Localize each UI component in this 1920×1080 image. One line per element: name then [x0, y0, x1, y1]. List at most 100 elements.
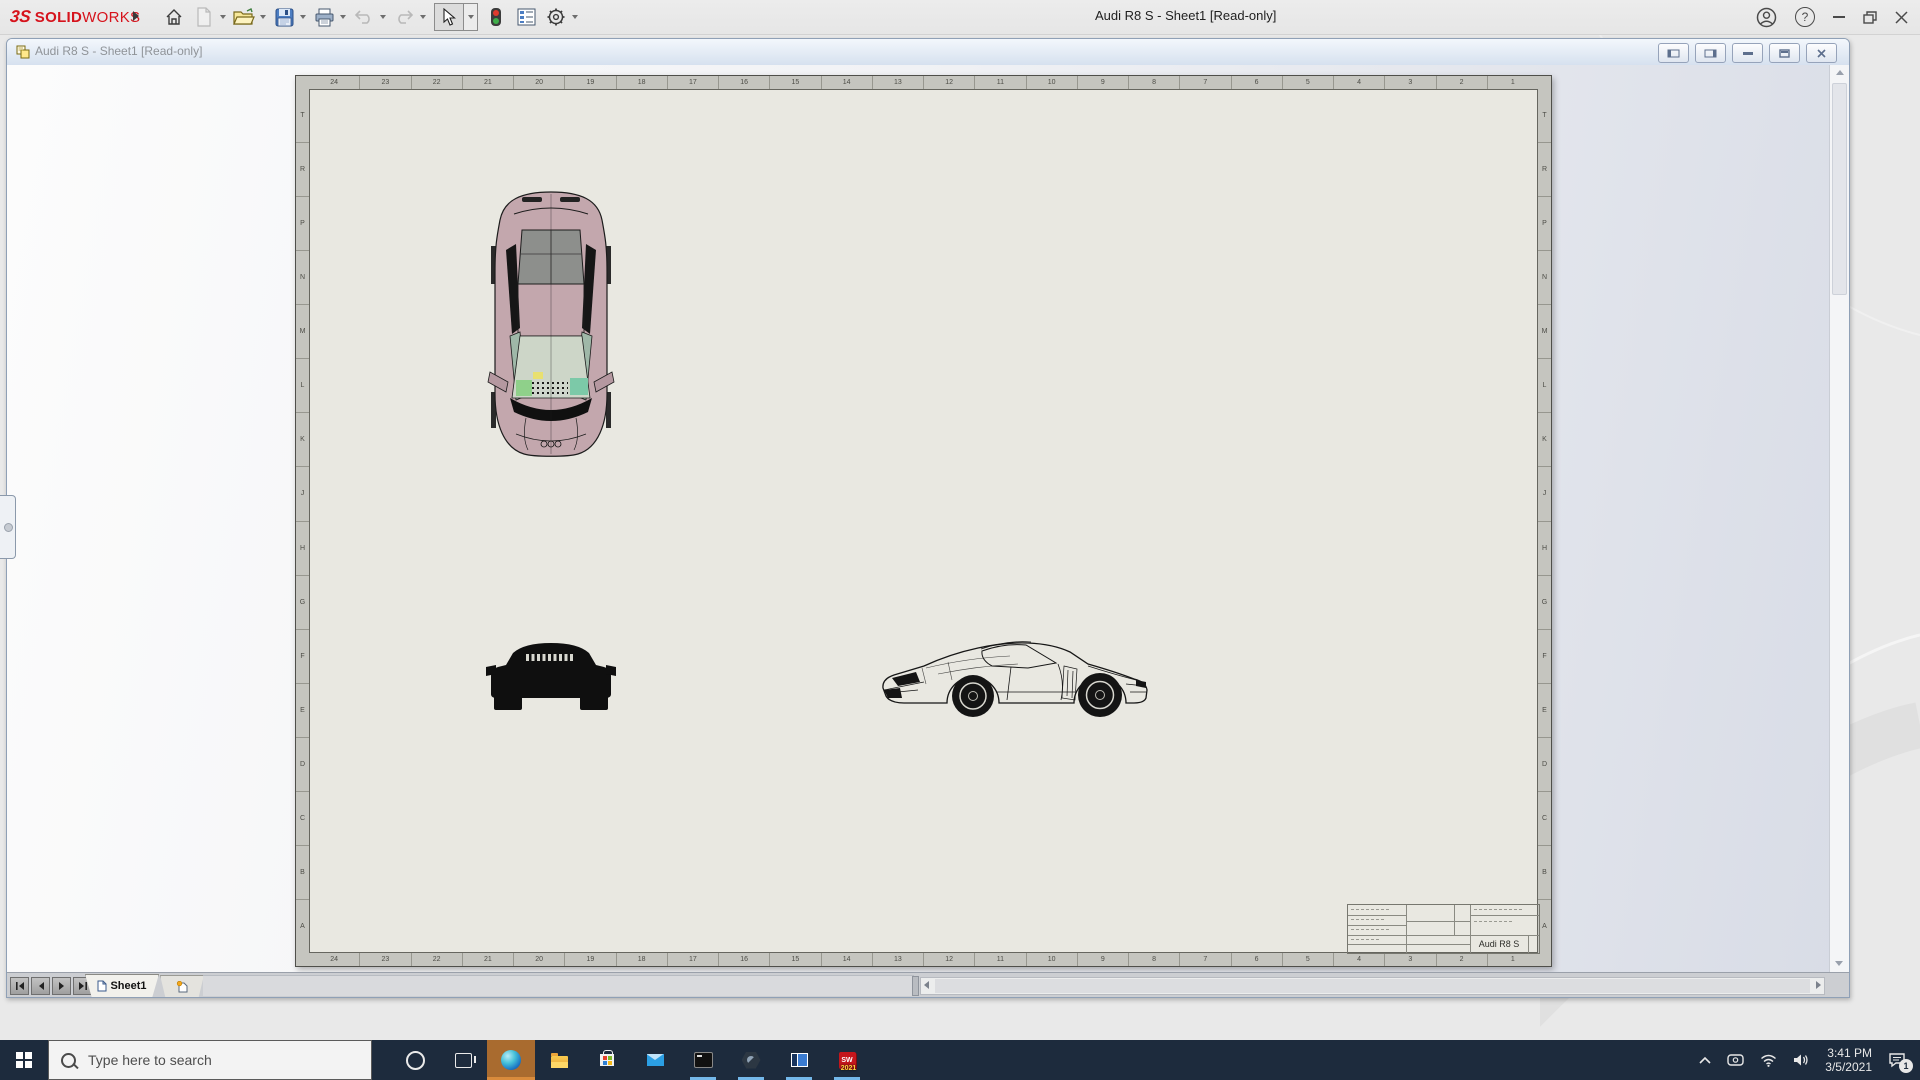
zone-label: 1: [1486, 953, 1538, 966]
redo-button[interactable]: [392, 5, 416, 29]
brand-text-works: WORKS: [82, 8, 141, 26]
select-tool-button[interactable]: [434, 3, 464, 31]
taskbar-app-edge[interactable]: [487, 1040, 535, 1080]
horizontal-scroll-thumb[interactable]: [935, 979, 1810, 993]
taskbar-app-solidworks[interactable]: SW 2021: [823, 1040, 871, 1080]
scroll-left-arrow-icon[interactable]: [924, 981, 929, 989]
wifi-icon[interactable]: [1760, 1054, 1777, 1067]
zone-label: 23: [359, 953, 410, 966]
taskbar-app-store[interactable]: [583, 1040, 631, 1080]
sheet-tab-label: Sheet1: [110, 980, 147, 992]
restore-button[interactable]: [1863, 10, 1877, 24]
account-icon[interactable]: [1756, 7, 1777, 28]
taskbar-clock[interactable]: 3:41 PM 3/5/2021: [1825, 1046, 1872, 1074]
zone-label: 7: [1179, 76, 1230, 89]
zone-label: 19: [564, 76, 615, 89]
zone-label: 8: [1128, 76, 1179, 89]
close-button[interactable]: [1895, 10, 1908, 24]
scroll-right-arrow-icon[interactable]: [1816, 981, 1821, 989]
add-sheet-button[interactable]: [160, 975, 204, 997]
select-tool-caret[interactable]: [464, 3, 478, 31]
taskbar-app-file-explorer[interactable]: [535, 1040, 583, 1080]
volume-icon[interactable]: [1793, 1053, 1809, 1067]
document-minimize-button[interactable]: [1732, 43, 1763, 63]
pane-right-toggle-button[interactable]: [1695, 43, 1726, 63]
car-top-view[interactable]: [486, 186, 616, 462]
taskbar-search-box[interactable]: [48, 1040, 372, 1080]
pane-left-toggle-button[interactable]: [1658, 43, 1689, 63]
vertical-scroll-thumb[interactable]: [1832, 83, 1847, 295]
taskbar-app-3d-viewer[interactable]: [727, 1040, 775, 1080]
undo-caret-icon[interactable]: [380, 15, 386, 19]
sheet-tab-sheet1[interactable]: Sheet1: [85, 974, 159, 997]
zone-label: 8: [1128, 953, 1179, 966]
next-sheet-button[interactable]: [52, 977, 71, 995]
zone-label: H: [1538, 520, 1551, 575]
new-document-button[interactable]: [192, 5, 216, 29]
file-properties-button[interactable]: [514, 5, 538, 29]
document-close-button[interactable]: [1806, 43, 1837, 63]
zone-label: 18: [615, 76, 667, 89]
zone-label: A: [296, 898, 309, 953]
dassault-3ds-logo-icon: 3S: [9, 7, 32, 26]
zone-label: 11: [974, 76, 1025, 89]
scroll-down-arrow-icon[interactable]: [1835, 961, 1843, 966]
new-document-caret-icon[interactable]: [220, 15, 226, 19]
drawing-document-icon: [16, 45, 30, 59]
rebuild-button[interactable]: [484, 5, 508, 29]
help-icon[interactable]: ?: [1795, 7, 1815, 27]
home-button[interactable]: [162, 5, 186, 29]
scroll-up-arrow-icon[interactable]: [1835, 70, 1844, 75]
zone-label: 24: [330, 956, 339, 963]
undo-button[interactable]: [352, 5, 376, 29]
zone-label: 18: [615, 953, 667, 966]
first-sheet-button[interactable]: [10, 977, 29, 995]
zone-label: R: [1538, 142, 1551, 196]
save-caret-icon[interactable]: [300, 15, 306, 19]
task-view-button[interactable]: [439, 1040, 487, 1080]
search-input[interactable]: [86, 1051, 330, 1069]
document-title-bar[interactable]: Audi R8 S - Sheet1 [Read-only]: [7, 39, 1849, 66]
cortana-button[interactable]: [391, 1040, 439, 1080]
taskbar-app-command-prompt[interactable]: [679, 1040, 727, 1080]
car-front-view[interactable]: [486, 636, 616, 718]
tray-chevron-icon[interactable]: [1699, 1056, 1711, 1064]
zone-label: M: [1538, 304, 1551, 358]
mail-icon: [646, 1054, 664, 1066]
sheet-tab-bar: Sheet1: [7, 972, 1849, 997]
redo-caret-icon[interactable]: [420, 15, 426, 19]
options-gear-button[interactable]: [544, 5, 568, 29]
options-caret-icon[interactable]: [572, 15, 578, 19]
sheet-nav-buttons: [10, 977, 92, 995]
drawing-viewport[interactable]: 24 23 22 21 20 19 18 17 16 15 14 13 12 11 10 9 8 7 6 5 4 3 2 1 …: [7, 65, 1849, 973]
document-restore-button[interactable]: [1769, 43, 1800, 63]
app-title-bar: 3S SOLID WORKS Audi R8 S - Sheet1 [Read-o…: [0, 0, 1920, 35]
drawing-sheet[interactable]: 24 23 22 21 20 19 18 17 16 15 14 13 12 11 10 9 8 7 6 5 4 3 2 1 …: [295, 75, 1552, 967]
save-button[interactable]: [272, 5, 296, 29]
zone-label: R: [296, 142, 309, 196]
open-button[interactable]: [232, 5, 256, 29]
menu-flyout-arrow-icon[interactable]: [133, 11, 139, 21]
zone-label: E: [1538, 682, 1551, 737]
sheet-drawing-area[interactable]: Audi R8 S: [309, 89, 1540, 954]
taskbar-app-mail[interactable]: [631, 1040, 679, 1080]
app-window-controls: ?: [1756, 0, 1908, 34]
meet-now-icon[interactable]: [1727, 1053, 1744, 1067]
print-button[interactable]: [312, 5, 336, 29]
minimize-button[interactable]: [1833, 16, 1845, 18]
zone-label: 12: [923, 76, 974, 89]
feature-manager-collapsed-tab[interactable]: [0, 495, 16, 559]
taskbar-app-media[interactable]: [775, 1040, 823, 1080]
previous-sheet-button[interactable]: [31, 977, 50, 995]
print-caret-icon[interactable]: [340, 15, 346, 19]
action-center-button[interactable]: 1: [1888, 1052, 1913, 1073]
open-caret-icon[interactable]: [260, 15, 266, 19]
media-app-icon: [790, 1053, 808, 1067]
vertical-scrollbar[interactable]: [1829, 65, 1849, 973]
horizontal-scrollbar[interactable]: [920, 977, 1825, 995]
zone-label: L: [1538, 358, 1551, 412]
start-button[interactable]: [0, 1040, 48, 1080]
tab-scrollbar-splitter[interactable]: [912, 976, 919, 996]
title-block-part-name: Audi R8 S: [1478, 939, 1520, 949]
car-side-view[interactable]: [878, 632, 1158, 724]
